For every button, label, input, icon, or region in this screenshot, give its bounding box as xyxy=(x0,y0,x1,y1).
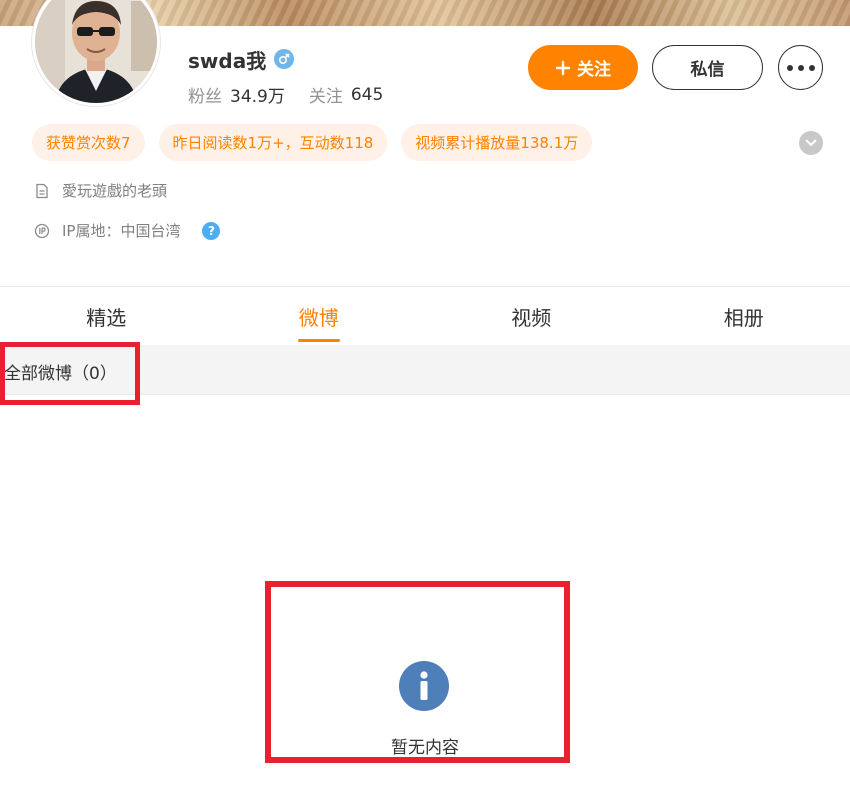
following-label[interactable]: 关注 xyxy=(309,82,343,107)
ip-location-icon xyxy=(34,223,50,238)
highlight-box-filter xyxy=(0,342,140,405)
expand-button[interactable] xyxy=(799,131,823,155)
profile-tabs: 精选 微博 视频 相册 xyxy=(0,288,850,344)
tag-likes: 获赞赏次数7 xyxy=(32,124,145,161)
tab-weibo[interactable]: 微博 xyxy=(213,288,426,344)
more-button[interactable] xyxy=(778,45,823,90)
message-button[interactable]: 私信 xyxy=(652,45,763,90)
document-icon xyxy=(36,183,48,198)
highlight-box-empty xyxy=(265,581,570,763)
avatar-image xyxy=(35,0,157,103)
followers-count[interactable]: 34.9万 xyxy=(230,82,285,107)
avatar[interactable] xyxy=(32,0,160,106)
ip-text: IP属地：中国台湾 xyxy=(62,222,181,240)
tab-album[interactable]: 相册 xyxy=(638,288,850,344)
tag-reads: 昨日阅读数1万+，互动数118 xyxy=(158,124,388,161)
message-button-label: 私信 xyxy=(690,60,725,80)
follow-button-label: 关注 xyxy=(577,60,611,80)
section-divider xyxy=(0,286,850,287)
tab-video[interactable]: 视频 xyxy=(425,288,638,344)
followers-label[interactable]: 粉丝 xyxy=(188,82,222,107)
bio-text: 愛玩遊戲的老頭 xyxy=(62,182,168,200)
bio-line: 愛玩遊戲的老頭 xyxy=(34,180,167,201)
tag-video-plays: 视频累计播放量138.1万 xyxy=(401,124,593,161)
help-icon[interactable]: ? xyxy=(202,221,221,240)
ip-line: IP属地：中国台湾 ? xyxy=(34,220,221,241)
more-dots-icon xyxy=(786,64,793,71)
tab-featured[interactable]: 精选 xyxy=(0,288,213,344)
follow-button[interactable]: 关注 xyxy=(528,45,638,90)
profile-name-row: swda我 xyxy=(188,44,295,74)
profile-name: swda我 xyxy=(188,48,267,73)
male-icon xyxy=(274,49,295,69)
chevron-down-icon xyxy=(805,139,817,147)
profile-tags: 获赞赏次数7 昨日阅读数1万+，互动数118 视频累计播放量138.1万 xyxy=(32,124,593,161)
profile-stats: 粉丝 34.9万 关注 645 xyxy=(188,82,407,108)
following-count[interactable]: 645 xyxy=(351,85,383,105)
plus-icon xyxy=(555,60,571,75)
